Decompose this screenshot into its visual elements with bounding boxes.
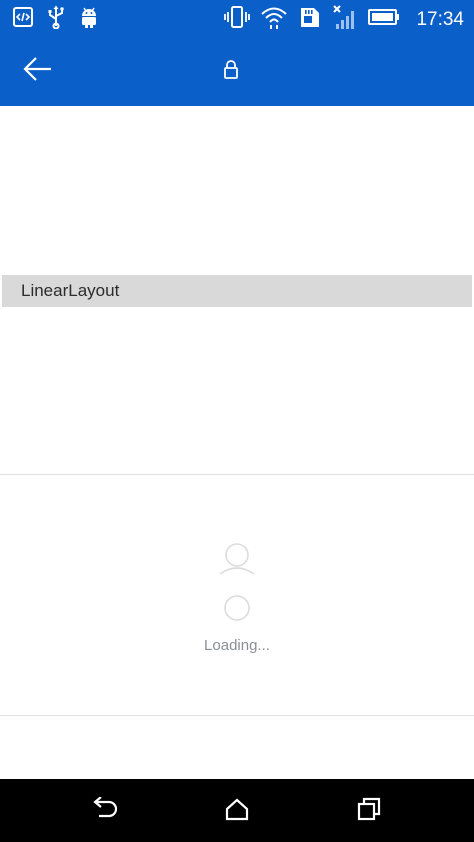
- loading-text: Loading...: [204, 637, 270, 654]
- signal-icon: [332, 4, 358, 35]
- divider-bottom: [0, 715, 474, 716]
- lock-icon: [222, 59, 240, 81]
- nav-recents-button[interactable]: [353, 795, 385, 827]
- status-left-icons: [12, 5, 100, 34]
- back-button[interactable]: [18, 51, 58, 91]
- status-time: 17:34: [416, 8, 464, 30]
- content-area: LinearLayout Loading...: [0, 106, 474, 779]
- recents-icon: [357, 797, 381, 826]
- navigation-bar: [0, 779, 474, 842]
- vibrate-icon: [224, 5, 251, 34]
- battery-icon: [368, 7, 400, 32]
- android-icon: [78, 5, 100, 34]
- avatar-placeholder-icon: [218, 542, 256, 576]
- linear-layout-label: LinearLayout: [21, 281, 120, 300]
- loading-area: Loading...: [0, 474, 474, 715]
- loading-spinner-icon: [223, 594, 251, 622]
- status-right-icons: 17:34: [224, 4, 464, 35]
- code-icon: [12, 6, 34, 33]
- usb-icon: [46, 5, 66, 34]
- wifi-icon: [260, 5, 288, 34]
- sd-card-icon: [298, 5, 322, 34]
- linear-layout-bar: LinearLayout: [2, 275, 472, 307]
- home-icon: [225, 797, 249, 826]
- back-arrow-icon: [23, 56, 53, 87]
- status-bar: 17:34: [0, 0, 474, 35]
- nav-home-button[interactable]: [221, 795, 253, 827]
- app-bar: [0, 35, 474, 106]
- nav-back-button[interactable]: [89, 795, 121, 827]
- nav-back-icon: [91, 795, 119, 826]
